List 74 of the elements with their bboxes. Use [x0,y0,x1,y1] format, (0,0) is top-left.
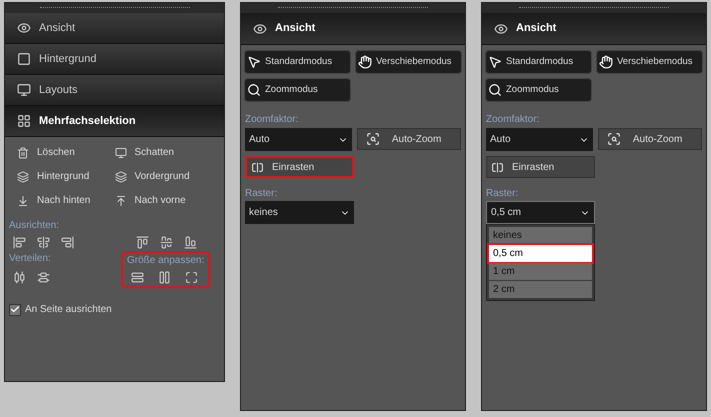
mode-button[interactable]: Verschiebemodus [596,50,703,74]
action-button[interactable]: Nach vorne [114,193,212,208]
align-right-icon[interactable] [61,236,74,249]
trash-icon [17,146,29,158]
align-center-icon[interactable] [37,236,50,249]
hand-icon [358,55,372,69]
monitor-icon [17,83,31,97]
raster-select[interactable]: 0,5 cm [486,201,595,224]
panel-grip[interactable] [5,3,224,13]
panel-grip[interactable] [241,3,465,13]
align-top-icon[interactable] [136,236,149,249]
pointer-icon [247,55,261,69]
distribute-horizontal-icon[interactable] [13,271,26,284]
section-header[interactable]: Mehrfachselektion [5,106,224,137]
mode-button[interactable]: Zoommodus [485,78,592,102]
frame-icon [17,52,31,66]
section-header[interactable]: Ansicht [482,13,706,45]
dropdown-option[interactable]: 0,5 cm [489,245,592,262]
mode-button[interactable]: Zoommodus [244,78,351,102]
same-width-icon[interactable] [131,271,144,284]
align-middle-icon[interactable] [160,236,173,249]
action-button[interactable]: Löschen [17,145,114,160]
section-header[interactable]: Ansicht [5,13,224,44]
dropdown-option[interactable]: 2 cm [489,281,592,298]
zoom-frame-icon [366,132,380,146]
action-button[interactable]: Hintergrund [17,169,114,184]
zoom-select[interactable]: Auto [486,128,593,151]
mode-button[interactable]: Standardmodus [244,50,351,74]
section-header[interactable]: Layouts [5,75,224,106]
arrow-up-icon [114,194,126,206]
same-height-icon[interactable] [158,271,171,284]
layers-icon [114,170,126,182]
action-button[interactable]: Nach hinten [17,193,114,208]
same-size-icon[interactable] [185,271,198,284]
field-label: Raster: [486,188,518,199]
eye-icon [253,22,267,36]
eye-icon [17,21,31,35]
hand-icon [599,55,613,69]
section-label: Ausrichten: [9,220,60,231]
snap-icon [251,160,264,174]
field-label: Zoomfaktor: [245,114,298,125]
distribute-vertical-icon[interactable] [37,271,50,284]
raster-select[interactable]: keines [245,201,354,224]
arrow-down-icon [17,194,29,206]
action-button[interactable]: Schatten [114,145,212,160]
panel-grip[interactable] [482,3,706,13]
field-label: Zoomfaktor: [486,114,540,125]
checkbox[interactable] [9,304,21,316]
field-label: Raster: [245,188,278,199]
snap-icon [491,160,504,174]
dropdown-option[interactable]: 1 cm [489,263,592,280]
eye-icon [494,22,508,36]
auto-zoom-button[interactable]: Auto-Zoom [356,128,461,150]
grid-icon [17,114,31,128]
magnifier-icon [488,83,502,97]
section-header[interactable]: Ansicht [241,13,465,45]
snap-button[interactable]: Einrasten [245,156,354,178]
align-bottom-icon[interactable] [184,236,197,249]
pointer-icon [488,55,502,69]
mode-button[interactable]: Verschiebemodus [355,50,462,74]
zoom-select[interactable]: Auto [245,128,352,151]
section-label: Größe anpassen: [127,255,204,266]
layers-icon [17,170,29,182]
section-header[interactable]: Hintergrund [5,44,224,75]
align-left-icon[interactable] [13,236,26,249]
zoom-frame-icon [606,132,621,146]
action-button[interactable]: Vordergrund [114,169,212,184]
monitor-icon [114,146,126,158]
mode-button[interactable]: Standardmodus [485,50,592,74]
section-label: Verteilen: [9,253,51,264]
snap-button[interactable]: Einrasten [486,156,595,178]
auto-zoom-button[interactable]: Auto-Zoom [598,128,702,150]
magnifier-icon [247,83,261,97]
checkbox-label: An Seite ausrichten [25,303,112,317]
